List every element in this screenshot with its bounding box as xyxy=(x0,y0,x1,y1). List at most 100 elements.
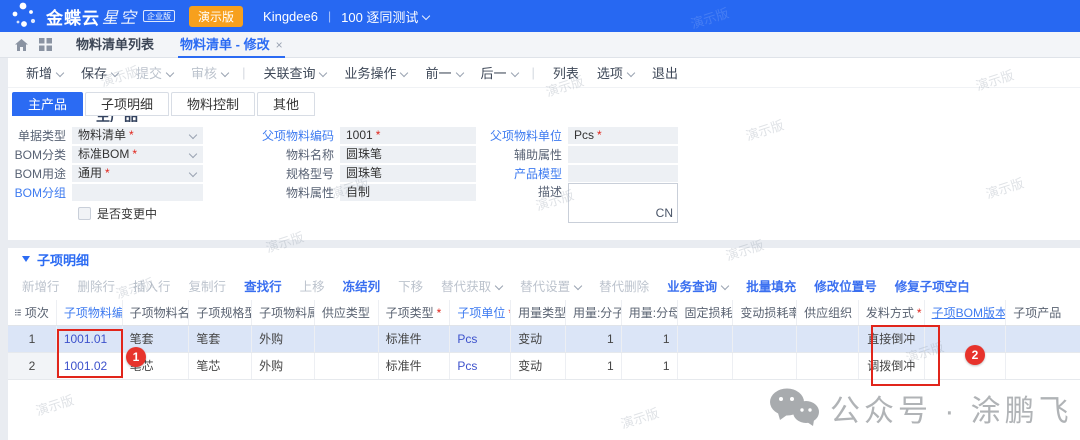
field-label-parent-material-code[interactable]: 父项物料编码 xyxy=(260,127,340,144)
bom-category-select[interactable]: 标准BOM xyxy=(72,146,203,163)
cell-usage-type[interactable]: 变动 xyxy=(511,326,566,352)
changing-checkbox[interactable] xyxy=(78,207,91,220)
toolbar-audit-button[interactable]: 审核 xyxy=(191,63,228,82)
tab-main-product[interactable]: 主产品 xyxy=(12,92,83,116)
cell-child-unit[interactable]: Pcs xyxy=(450,326,511,352)
field-label-parent-unit[interactable]: 父项物料单位 xyxy=(488,127,568,144)
cell-child-attr[interactable]: 外购 xyxy=(252,326,315,352)
product-model-input[interactable] xyxy=(568,165,678,182)
tab-material-control[interactable]: 物料控制 xyxy=(171,92,255,116)
cell-usage-denominator[interactable]: 1 xyxy=(622,353,678,379)
cell-variable-loss[interactable] xyxy=(733,353,797,379)
description-textarea[interactable]: CN xyxy=(568,183,678,223)
cell-usage-denominator[interactable]: 1 xyxy=(622,326,678,352)
cell-seq[interactable]: 2 xyxy=(8,353,57,379)
column-header-child-spec[interactable]: 子项规格型... xyxy=(189,300,252,325)
column-header-supply-type[interactable]: 供应类型 xyxy=(315,300,379,325)
org-chevron-down-icon[interactable] xyxy=(422,12,430,20)
toolbar-previous-button[interactable]: 前一 xyxy=(425,63,462,82)
repair-blank-button[interactable]: 修复子项空白 xyxy=(895,276,970,295)
cell-child-attr[interactable]: 外购 xyxy=(252,353,315,379)
substitute-delete-button[interactable]: 替代删除 xyxy=(599,276,649,295)
cell-child-unit[interactable]: Pcs xyxy=(450,353,511,379)
tab-other[interactable]: 其他 xyxy=(257,92,315,116)
toolbar-related-query-button[interactable]: 关联查询 xyxy=(263,63,326,82)
column-header-child-product[interactable]: 子项产品 xyxy=(1006,300,1080,325)
cell-supply-type[interactable] xyxy=(315,326,379,352)
cell-child-spec[interactable]: 笔套 xyxy=(189,326,252,352)
collapse-triangle-icon[interactable] xyxy=(22,256,30,262)
column-header-usage-denominator[interactable]: 用量:分母 xyxy=(622,300,678,325)
field-label-bom-group[interactable]: BOM分组 xyxy=(8,184,72,201)
bom-group-input[interactable] xyxy=(72,184,203,201)
find-row-button[interactable]: 查找行 xyxy=(244,276,282,295)
batch-fill-button[interactable]: 批量填充 xyxy=(746,276,796,295)
cell-fixed-loss[interactable] xyxy=(678,326,734,352)
column-header-seq[interactable]: 项次 xyxy=(8,300,57,325)
column-header-usage-type[interactable]: 用量类型 xyxy=(511,300,566,325)
cell-seq[interactable]: 1 xyxy=(8,326,57,352)
toolbar-next-button[interactable]: 后一 xyxy=(481,63,518,82)
substitute-get-button[interactable]: 替代获取 xyxy=(441,276,502,295)
cell-child-type[interactable]: 标准件 xyxy=(379,353,451,379)
parent-unit-input[interactable]: Pcs xyxy=(568,127,678,144)
bom-usage-select[interactable]: 通用 xyxy=(72,165,203,182)
add-row-button[interactable]: 新增行 xyxy=(22,276,60,295)
spec-model-input[interactable]: 圆珠笔 xyxy=(340,165,476,182)
cell-usage-type[interactable]: 变动 xyxy=(511,353,566,379)
cell-child-type[interactable]: 标准件 xyxy=(379,326,451,352)
home-icon[interactable] xyxy=(14,38,29,52)
column-header-child-bom-version[interactable]: 子项BOM版本 xyxy=(925,300,1007,325)
cell-child-product[interactable] xyxy=(1006,326,1080,352)
business-query-button[interactable]: 业务查询 xyxy=(667,276,728,295)
cell-supply-org[interactable] xyxy=(797,326,859,352)
toolbar-list-button[interactable]: 列表 xyxy=(553,63,579,82)
insert-row-button[interactable]: 插入行 xyxy=(133,276,171,295)
cell-fixed-loss[interactable] xyxy=(678,353,734,379)
cell-child-product[interactable] xyxy=(1006,353,1080,379)
toolbar-business-ops-button[interactable]: 业务操作 xyxy=(344,63,407,82)
parent-material-code-input[interactable]: 1001 xyxy=(340,127,476,144)
substitute-set-button[interactable]: 替代设置 xyxy=(520,276,581,295)
column-header-child-attr[interactable]: 子项物料属性 xyxy=(252,300,315,325)
material-attr-input[interactable]: 自制 xyxy=(340,184,476,201)
column-header-supply-org[interactable]: 供应组织 xyxy=(797,300,859,325)
copy-row-button[interactable]: 复制行 xyxy=(189,276,227,295)
field-label-product-model[interactable]: 产品模型 xyxy=(488,165,568,182)
cell-supply-type[interactable] xyxy=(315,353,379,379)
move-down-button[interactable]: 下移 xyxy=(398,276,423,295)
aux-attr-input[interactable] xyxy=(568,146,678,163)
column-header-issue-method[interactable]: 发料方式 xyxy=(859,300,925,325)
modify-position-button[interactable]: 修改位置号 xyxy=(814,276,877,295)
app-grid-icon[interactable] xyxy=(39,38,52,51)
cell-usage-numerator[interactable]: 1 xyxy=(566,326,622,352)
tab-material-bom-edit[interactable]: 物料清单 - 修改× xyxy=(178,32,285,58)
column-header-variable-loss[interactable]: 变动损耗率% xyxy=(733,300,797,325)
toolbar-options-button[interactable]: 选项 xyxy=(597,63,634,82)
column-header-usage-numerator[interactable]: 用量:分子 xyxy=(566,300,622,325)
toolbar-save-button[interactable]: 保存 xyxy=(81,63,118,82)
move-up-button[interactable]: 上移 xyxy=(300,276,325,295)
column-header-child-name[interactable]: 子项物料名称 xyxy=(123,300,190,325)
cell-variable-loss[interactable] xyxy=(733,326,797,352)
toolbar-submit-button[interactable]: 提交 xyxy=(136,63,173,82)
cell-supply-org[interactable] xyxy=(797,353,859,379)
tab-child-detail[interactable]: 子项明细 xyxy=(85,92,169,116)
cell-usage-numerator[interactable]: 1 xyxy=(566,353,622,379)
freeze-column-button[interactable]: 冻结列 xyxy=(343,276,381,295)
current-org[interactable]: 100 逐同测试 xyxy=(341,7,418,26)
material-name-input[interactable]: 圆珠笔 xyxy=(340,146,476,163)
column-header-child-unit[interactable]: 子项单位 xyxy=(450,300,511,325)
doc-type-select[interactable]: 物料清单 xyxy=(72,127,203,144)
tab-material-list[interactable]: 物料清单列表 xyxy=(76,32,154,58)
current-user[interactable]: Kingdee6 xyxy=(263,9,318,24)
toolbar-new-button[interactable]: 新增 xyxy=(26,63,63,82)
toolbar-exit-button[interactable]: 退出 xyxy=(652,63,678,82)
tab-close-icon[interactable]: × xyxy=(276,38,283,52)
column-header-child-type[interactable]: 子项类型 xyxy=(379,300,451,325)
row-settings-icon[interactable] xyxy=(15,307,21,318)
column-header-fixed-loss[interactable]: 固定损耗 xyxy=(678,300,734,325)
delete-row-button[interactable]: 删除行 xyxy=(78,276,116,295)
cell-child-spec[interactable]: 笔芯 xyxy=(189,353,252,379)
column-header-child-code[interactable]: 子项物料编码 xyxy=(57,300,123,325)
